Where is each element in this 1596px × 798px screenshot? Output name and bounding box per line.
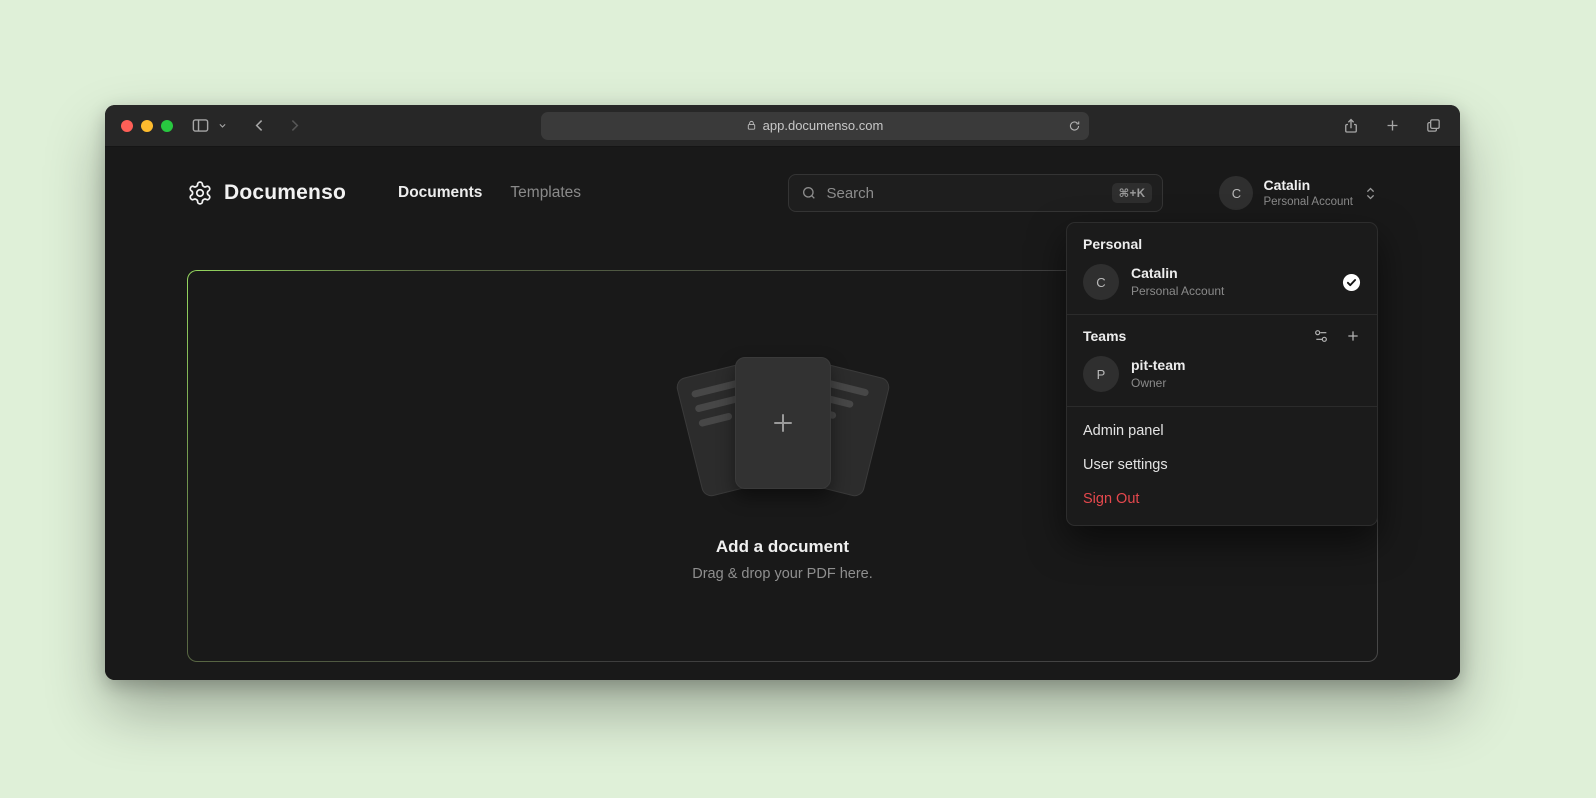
search-input[interactable]: Search ⌘+K xyxy=(788,174,1163,212)
back-button[interactable] xyxy=(249,115,270,136)
team-item[interactable]: P pit-team Owner xyxy=(1081,356,1363,392)
titlebar-center: app.documenso.com xyxy=(305,112,1324,140)
personal-account-item[interactable]: C Catalin Personal Account xyxy=(1081,264,1363,300)
minimize-button[interactable] xyxy=(141,120,153,132)
address-bar[interactable]: app.documenso.com xyxy=(541,112,1089,140)
add-plus-icon xyxy=(768,408,798,438)
personal-section: Personal C Catalin Personal Account xyxy=(1067,223,1377,314)
dropzone-subtitle: Drag & drop your PDF here. xyxy=(692,566,873,582)
search-icon xyxy=(801,185,817,201)
browser-window: app.documenso.com xyxy=(105,105,1460,680)
search-placeholder: Search xyxy=(826,185,874,202)
account-menu-button[interactable]: C Catalin Personal Account xyxy=(1219,176,1378,210)
document-card-center xyxy=(735,357,831,489)
teams-section: Teams xyxy=(1067,315,1377,406)
page-content: Documenso Documents Templates Search ⌘+K… xyxy=(105,147,1460,680)
share-icon xyxy=(1342,117,1360,135)
search-shortcut-badge: ⌘+K xyxy=(1112,183,1153,203)
team-role: Owner xyxy=(1131,376,1185,391)
sliders-icon xyxy=(1313,328,1329,344)
plus-icon xyxy=(1345,328,1361,344)
share-button[interactable] xyxy=(1340,115,1362,137)
avatar: C xyxy=(1219,176,1253,210)
personal-account-subtitle: Personal Account xyxy=(1131,284,1224,299)
close-button[interactable] xyxy=(121,120,133,132)
reload-icon xyxy=(1068,119,1081,132)
brand-name: Documenso xyxy=(224,181,346,205)
tab-overview-button[interactable] xyxy=(1423,115,1444,136)
teams-section-label: Teams xyxy=(1083,328,1126,344)
dropzone-title: Add a document xyxy=(716,537,849,557)
brand[interactable]: Documenso xyxy=(187,180,346,206)
sidebar-chevron-down-icon[interactable] xyxy=(216,119,229,132)
selected-check-icon xyxy=(1342,273,1361,292)
team-name: pit-team xyxy=(1131,357,1185,375)
chevron-right-icon xyxy=(286,117,303,134)
forward-button[interactable] xyxy=(284,115,305,136)
menu-item-user-settings[interactable]: User settings xyxy=(1067,448,1377,482)
titlebar-actions xyxy=(1340,115,1444,137)
reload-button[interactable] xyxy=(1068,119,1081,132)
avatar: P xyxy=(1083,356,1119,392)
account-dropdown-menu: Personal C Catalin Personal Account xyxy=(1066,222,1378,526)
account-type: Personal Account xyxy=(1263,195,1353,210)
tabs-icon xyxy=(1425,117,1442,134)
desktop: app.documenso.com xyxy=(0,0,1596,798)
chevron-left-icon xyxy=(251,117,268,134)
nav-documents[interactable]: Documents xyxy=(398,184,482,202)
nav-templates[interactable]: Templates xyxy=(510,184,581,202)
plus-icon xyxy=(1384,117,1401,134)
new-tab-button[interactable] xyxy=(1382,115,1403,136)
primary-nav: Documents Templates xyxy=(398,184,581,202)
avatar: C xyxy=(1083,264,1119,300)
manage-teams-button[interactable] xyxy=(1313,328,1329,344)
sidebar-toggle-button[interactable] xyxy=(189,114,212,137)
documenso-logo-icon xyxy=(187,180,213,206)
browser-titlebar: app.documenso.com xyxy=(105,105,1460,147)
personal-account-name: Catalin xyxy=(1131,265,1224,283)
zoom-button[interactable] xyxy=(161,120,173,132)
traffic-lights xyxy=(121,120,173,132)
lock-icon xyxy=(746,120,757,131)
menu-item-sign-out[interactable]: Sign Out xyxy=(1067,482,1377,516)
menu-actions: Admin panel User settings Sign Out xyxy=(1067,407,1377,525)
chevrons-up-down-icon xyxy=(1363,186,1378,201)
sidebar-icon xyxy=(191,116,210,135)
add-team-button[interactable] xyxy=(1345,328,1361,344)
menu-item-admin-panel[interactable]: Admin panel xyxy=(1067,414,1377,448)
account-name: Catalin xyxy=(1263,176,1353,194)
documents-illustration xyxy=(676,351,890,509)
personal-section-label: Personal xyxy=(1081,236,1363,252)
url-text: app.documenso.com xyxy=(763,118,884,133)
